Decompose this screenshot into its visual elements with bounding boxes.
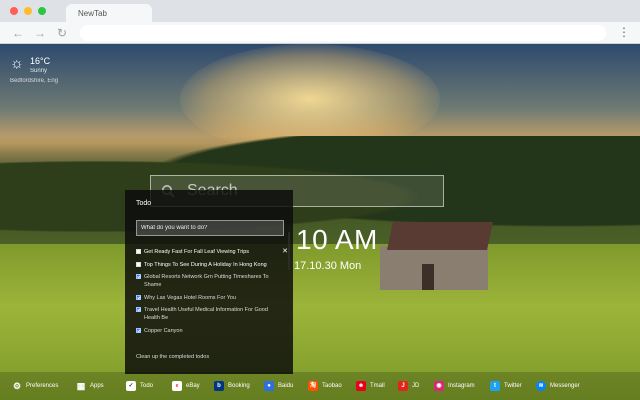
taobao-icon: 淘 bbox=[308, 381, 318, 391]
wallpaper-house bbox=[376, 222, 493, 292]
dock-item-jd[interactable]: J JD bbox=[398, 380, 419, 392]
todo-text: Get Ready Fast For Fall Leaf Viewing Tri… bbox=[144, 249, 250, 255]
todo-item[interactable]: Travel Health Useful Medical Information… bbox=[136, 306, 288, 322]
todo-checkbox[interactable] bbox=[136, 261, 141, 267]
dock-item-twitter[interactable]: t Twitter bbox=[490, 380, 522, 392]
messenger-icon: ≋ bbox=[536, 381, 546, 391]
browser-toolbar: ← → ↻ ⋮ bbox=[0, 22, 640, 44]
dock-item-booking[interactable]: b Booking bbox=[214, 380, 250, 392]
clear-completed-link[interactable]: Clean up the completed todos bbox=[136, 354, 209, 360]
todo-item[interactable]: Why Las Vegas Hotel Rooms For You bbox=[136, 294, 288, 302]
jd-icon: J bbox=[398, 381, 408, 391]
tab-title: NewTab bbox=[78, 9, 107, 18]
tmall-icon: ☻ bbox=[356, 381, 366, 391]
todo-text: Travel Health Useful Medical Information… bbox=[144, 307, 268, 321]
dock-label: Preferences bbox=[26, 383, 59, 389]
todo-checkbox[interactable] bbox=[136, 307, 141, 312]
bottom-dock: ⚙ Preferences ▦ Apps ✓ Todo e eBay b Boo… bbox=[0, 372, 640, 400]
todo-title: Todo bbox=[136, 200, 152, 207]
todo-item[interactable]: Get Ready Fast For Fall Leaf Viewing Tri… bbox=[136, 248, 288, 256]
todo-item[interactable]: Global Resorts Network Grn Putting Times… bbox=[136, 273, 288, 289]
todo-text: Copper Canyon bbox=[144, 327, 183, 334]
reload-icon[interactable]: ↻ bbox=[57, 25, 67, 41]
dock-item-baidu[interactable]: ● Baidu bbox=[264, 380, 293, 392]
weather-location: Bedfordshire, Eng bbox=[10, 78, 59, 84]
dock-label: Instagram bbox=[448, 383, 475, 389]
dock-label: eBay bbox=[186, 383, 200, 389]
weather-condition: Sunny bbox=[30, 68, 48, 74]
forward-icon[interactable]: → bbox=[34, 25, 46, 41]
dock-label: Tmall bbox=[370, 383, 385, 389]
todo-item[interactable]: Top Things To See During A Holiday In Ho… bbox=[136, 261, 288, 269]
gear-icon: ⚙ bbox=[12, 381, 22, 391]
close-window-button[interactable] bbox=[10, 7, 18, 15]
dock-label: Apps bbox=[90, 383, 104, 389]
dock-label: Baidu bbox=[278, 383, 294, 389]
todo-text: Why Las Vegas Hotel Rooms For You bbox=[144, 294, 237, 301]
instagram-icon: ◉ bbox=[434, 381, 444, 391]
apps-grid-icon: ▦ bbox=[76, 381, 86, 391]
clock-date: 17.10.30 Mon bbox=[294, 260, 362, 272]
checkbox-icon: ✓ bbox=[126, 381, 136, 391]
dock-item-preferences[interactable]: ⚙ Preferences bbox=[12, 380, 58, 392]
twitter-icon: t bbox=[490, 381, 500, 391]
dock-label: Taobao bbox=[322, 383, 342, 389]
baidu-icon: ● bbox=[264, 381, 274, 391]
todo-text: Top Things To See During A Holiday In Ho… bbox=[144, 261, 267, 268]
todo-checkbox[interactable] bbox=[136, 274, 141, 279]
dock-label: Booking bbox=[228, 383, 250, 389]
sun-icon: ☼ bbox=[10, 55, 24, 72]
dock-item-todo[interactable]: ✓ Todo bbox=[126, 380, 153, 392]
todo-list: Get Ready Fast For Fall Leaf Viewing Tri… bbox=[136, 248, 288, 339]
minimize-window-button[interactable] bbox=[24, 7, 32, 15]
dock-item-messenger[interactable]: ≋ Messenger bbox=[536, 380, 580, 392]
todo-item[interactable]: Copper Canyon bbox=[136, 327, 288, 335]
dock-label: Messenger bbox=[550, 383, 580, 389]
todo-checkbox[interactable] bbox=[136, 249, 141, 254]
dock-item-taobao[interactable]: 淘 Taobao bbox=[308, 380, 342, 392]
dock-item-instagram[interactable]: ◉ Instagram bbox=[434, 380, 475, 392]
window-controls bbox=[10, 7, 46, 15]
newtab-page bbox=[0, 44, 640, 400]
todo-panel: Todo Get Ready Fast For Fall Leaf Viewin… bbox=[125, 190, 293, 374]
maximize-window-button[interactable] bbox=[38, 7, 46, 15]
weather-temperature: 16°C bbox=[30, 56, 51, 66]
tab-bar: NewTab bbox=[0, 0, 640, 22]
booking-icon: b bbox=[214, 381, 224, 391]
todo-checkbox[interactable] bbox=[136, 294, 141, 300]
address-bar[interactable] bbox=[80, 25, 606, 41]
dock-label: Twitter bbox=[504, 383, 522, 389]
ebay-icon: e bbox=[172, 381, 182, 391]
todo-text: Global Resorts Network Grn Putting Times… bbox=[144, 274, 269, 288]
todo-checkbox[interactable] bbox=[136, 327, 141, 333]
dock-label: JD bbox=[412, 383, 420, 389]
dock-item-ebay[interactable]: e eBay bbox=[172, 380, 200, 392]
dock-item-tmall[interactable]: ☻ Tmall bbox=[356, 380, 385, 392]
back-icon[interactable]: ← bbox=[12, 25, 24, 41]
close-icon[interactable]: ✕ bbox=[282, 248, 288, 256]
tab-newtab[interactable]: NewTab bbox=[66, 4, 152, 22]
clock-time: 10 AM bbox=[296, 224, 378, 255]
dock-item-apps[interactable]: ▦ Apps bbox=[76, 380, 104, 392]
dock-label: Todo bbox=[140, 383, 154, 389]
todo-input[interactable] bbox=[136, 220, 284, 236]
more-vert-icon[interactable]: ⋮ bbox=[618, 25, 630, 39]
